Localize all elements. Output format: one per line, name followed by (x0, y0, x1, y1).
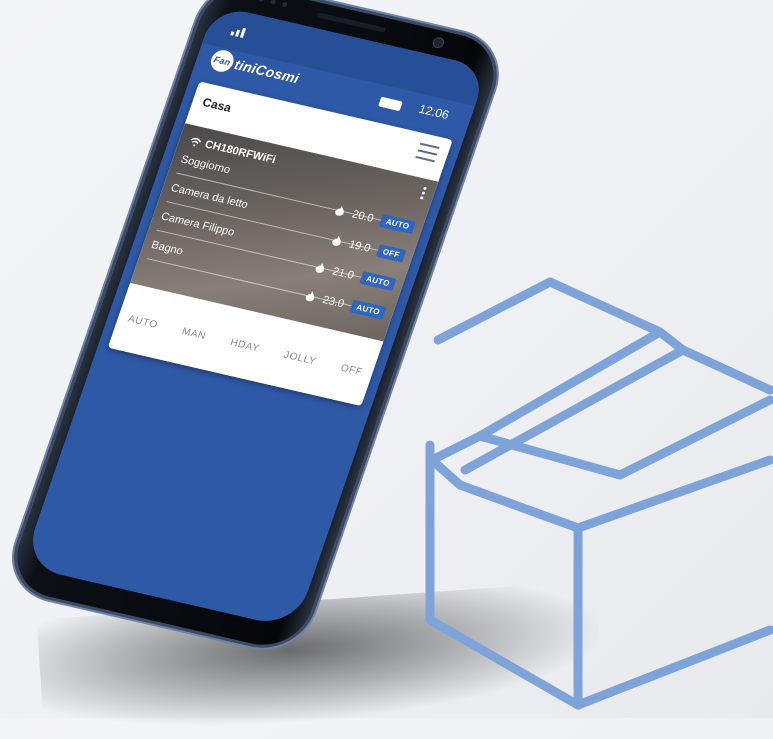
card-title: Casa (200, 95, 234, 115)
flame-icon (305, 290, 315, 301)
signal-icon (230, 27, 247, 39)
hamburger-menu-icon[interactable] (415, 142, 440, 163)
front-camera-icon (431, 36, 446, 50)
status-time: 12:06 (417, 101, 451, 122)
mode-tab-jolly[interactable]: JOLLY (282, 349, 318, 367)
scene: Fan tiniCosmi 12:06 Casa CH180RFWiFi Sog… (0, 0, 773, 739)
mode-tab-off[interactable]: OFF (339, 362, 364, 377)
camera-sensors-icon (258, 0, 288, 8)
kebab-menu-icon[interactable] (419, 186, 427, 201)
mode-tab-hday[interactable]: HDAY (229, 337, 261, 354)
zone-mode-badge[interactable]: AUTO (349, 299, 387, 320)
zone-name: Soggiorno (179, 153, 232, 177)
wifi-icon (190, 137, 202, 147)
zone-temperature: 23.0 (321, 293, 346, 310)
phone-speaker (316, 12, 387, 33)
battery-icon (378, 96, 403, 112)
mode-tab-man[interactable]: MAN (181, 326, 208, 342)
mode-tab-auto[interactable]: AUTO (127, 313, 160, 330)
zone-name: Bagno (149, 239, 185, 258)
zone-status: 23.0 AUTO (303, 289, 387, 320)
